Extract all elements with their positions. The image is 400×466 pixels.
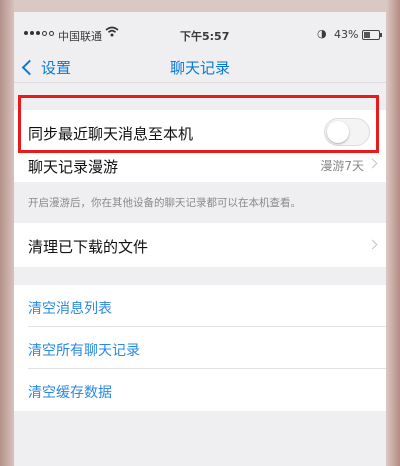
clear-downloaded-files-label: 清理已下载的文件 [28, 238, 149, 256]
device-frame-left [0, 0, 14, 466]
rotation-lock-icon: ◑ [317, 27, 327, 40]
roaming-description: 开启漫游后，你在其他设备的聊天记录都可以在本机查看。 [28, 197, 301, 209]
clear-message-list-row[interactable]: 清空消息列表 [14, 285, 386, 327]
navigation-bar: 设置 聊天记录 [14, 50, 386, 82]
clear-message-list-label: 清空消息列表 [28, 301, 112, 317]
clear-all-chats-row[interactable]: 清空所有聊天记录 [14, 327, 386, 369]
chat-roaming-value: 漫游7天 [320, 159, 364, 173]
battery-icon [362, 30, 382, 40]
page-title: 聊天记录 [169, 59, 230, 77]
status-time: 下午5:57 [180, 30, 230, 43]
chevron-right-icon [367, 239, 378, 250]
battery-percentage: 43% [334, 28, 359, 41]
clear-downloaded-files-row[interactable]: 清理已下载的文件 [14, 223, 386, 267]
wifi-icon [105, 26, 119, 40]
clear-cache-label: 清空缓存数据 [28, 385, 112, 401]
status-bar: 中国联通 下午5:57 ◑ 43% [14, 12, 386, 50]
highlight-box [18, 95, 379, 153]
nav-divider [14, 82, 386, 83]
chevron-right-icon [367, 158, 378, 169]
chat-roaming-label: 聊天记录漫游 [28, 158, 119, 176]
chat-roaming-row[interactable]: 聊天记录漫游 漫游7天 [14, 148, 386, 182]
device-frame-right [386, 0, 400, 466]
device-frame-top [0, 0, 400, 12]
carrier-name: 中国联通 [58, 30, 102, 43]
clear-cache-row[interactable]: 清空缓存数据 [14, 369, 386, 411]
clear-all-chats-label: 清空所有聊天记录 [28, 343, 140, 359]
signal-strength-icon [24, 31, 54, 36]
phone-screen: 中国联通 下午5:57 ◑ 43% 设置 聊天记录 同步最近聊天消息至本机 聊天… [14, 12, 386, 466]
